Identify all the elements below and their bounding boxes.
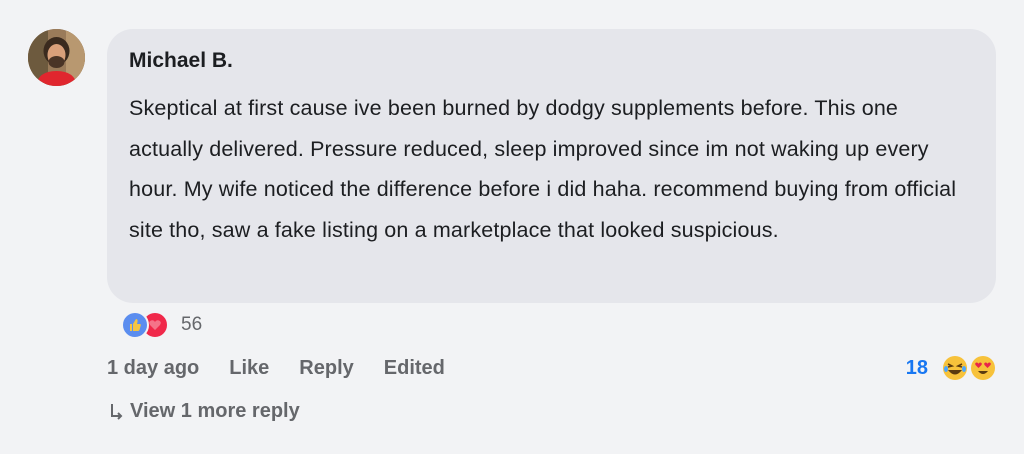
reaction-summary[interactable]: 56	[121, 311, 203, 339]
reaction-count: 56	[181, 314, 203, 335]
reply-arrow-icon	[111, 404, 123, 420]
comment-text: Skeptical at first cause ive been burned…	[129, 96, 957, 242]
avatar-photo-icon	[28, 29, 85, 86]
comment-bubble: Michael B. Skeptical at first cause ive …	[107, 29, 996, 303]
thumbs-up-icon	[121, 311, 149, 339]
view-more-label: View 1 more reply	[130, 399, 300, 422]
timestamp-link[interactable]: 1 day ago	[107, 357, 199, 380]
avatar[interactable]	[28, 29, 85, 86]
reply-button[interactable]: Reply	[299, 357, 353, 380]
laughing-emoji-icon	[943, 356, 967, 380]
like-button[interactable]: Like	[229, 357, 269, 380]
comment-author[interactable]: Michael B.	[129, 48, 972, 74]
view-more-replies-link[interactable]: View 1 more reply	[108, 398, 300, 424]
reply-reaction-count: 18	[905, 356, 928, 379]
comment-actions: 1 day ago Like Reply Edited	[107, 355, 475, 381]
heart-eyes-emoji-icon	[971, 356, 995, 380]
edited-label[interactable]: Edited	[384, 357, 445, 380]
reply-reaction-summary[interactable]: 18	[906, 354, 996, 382]
